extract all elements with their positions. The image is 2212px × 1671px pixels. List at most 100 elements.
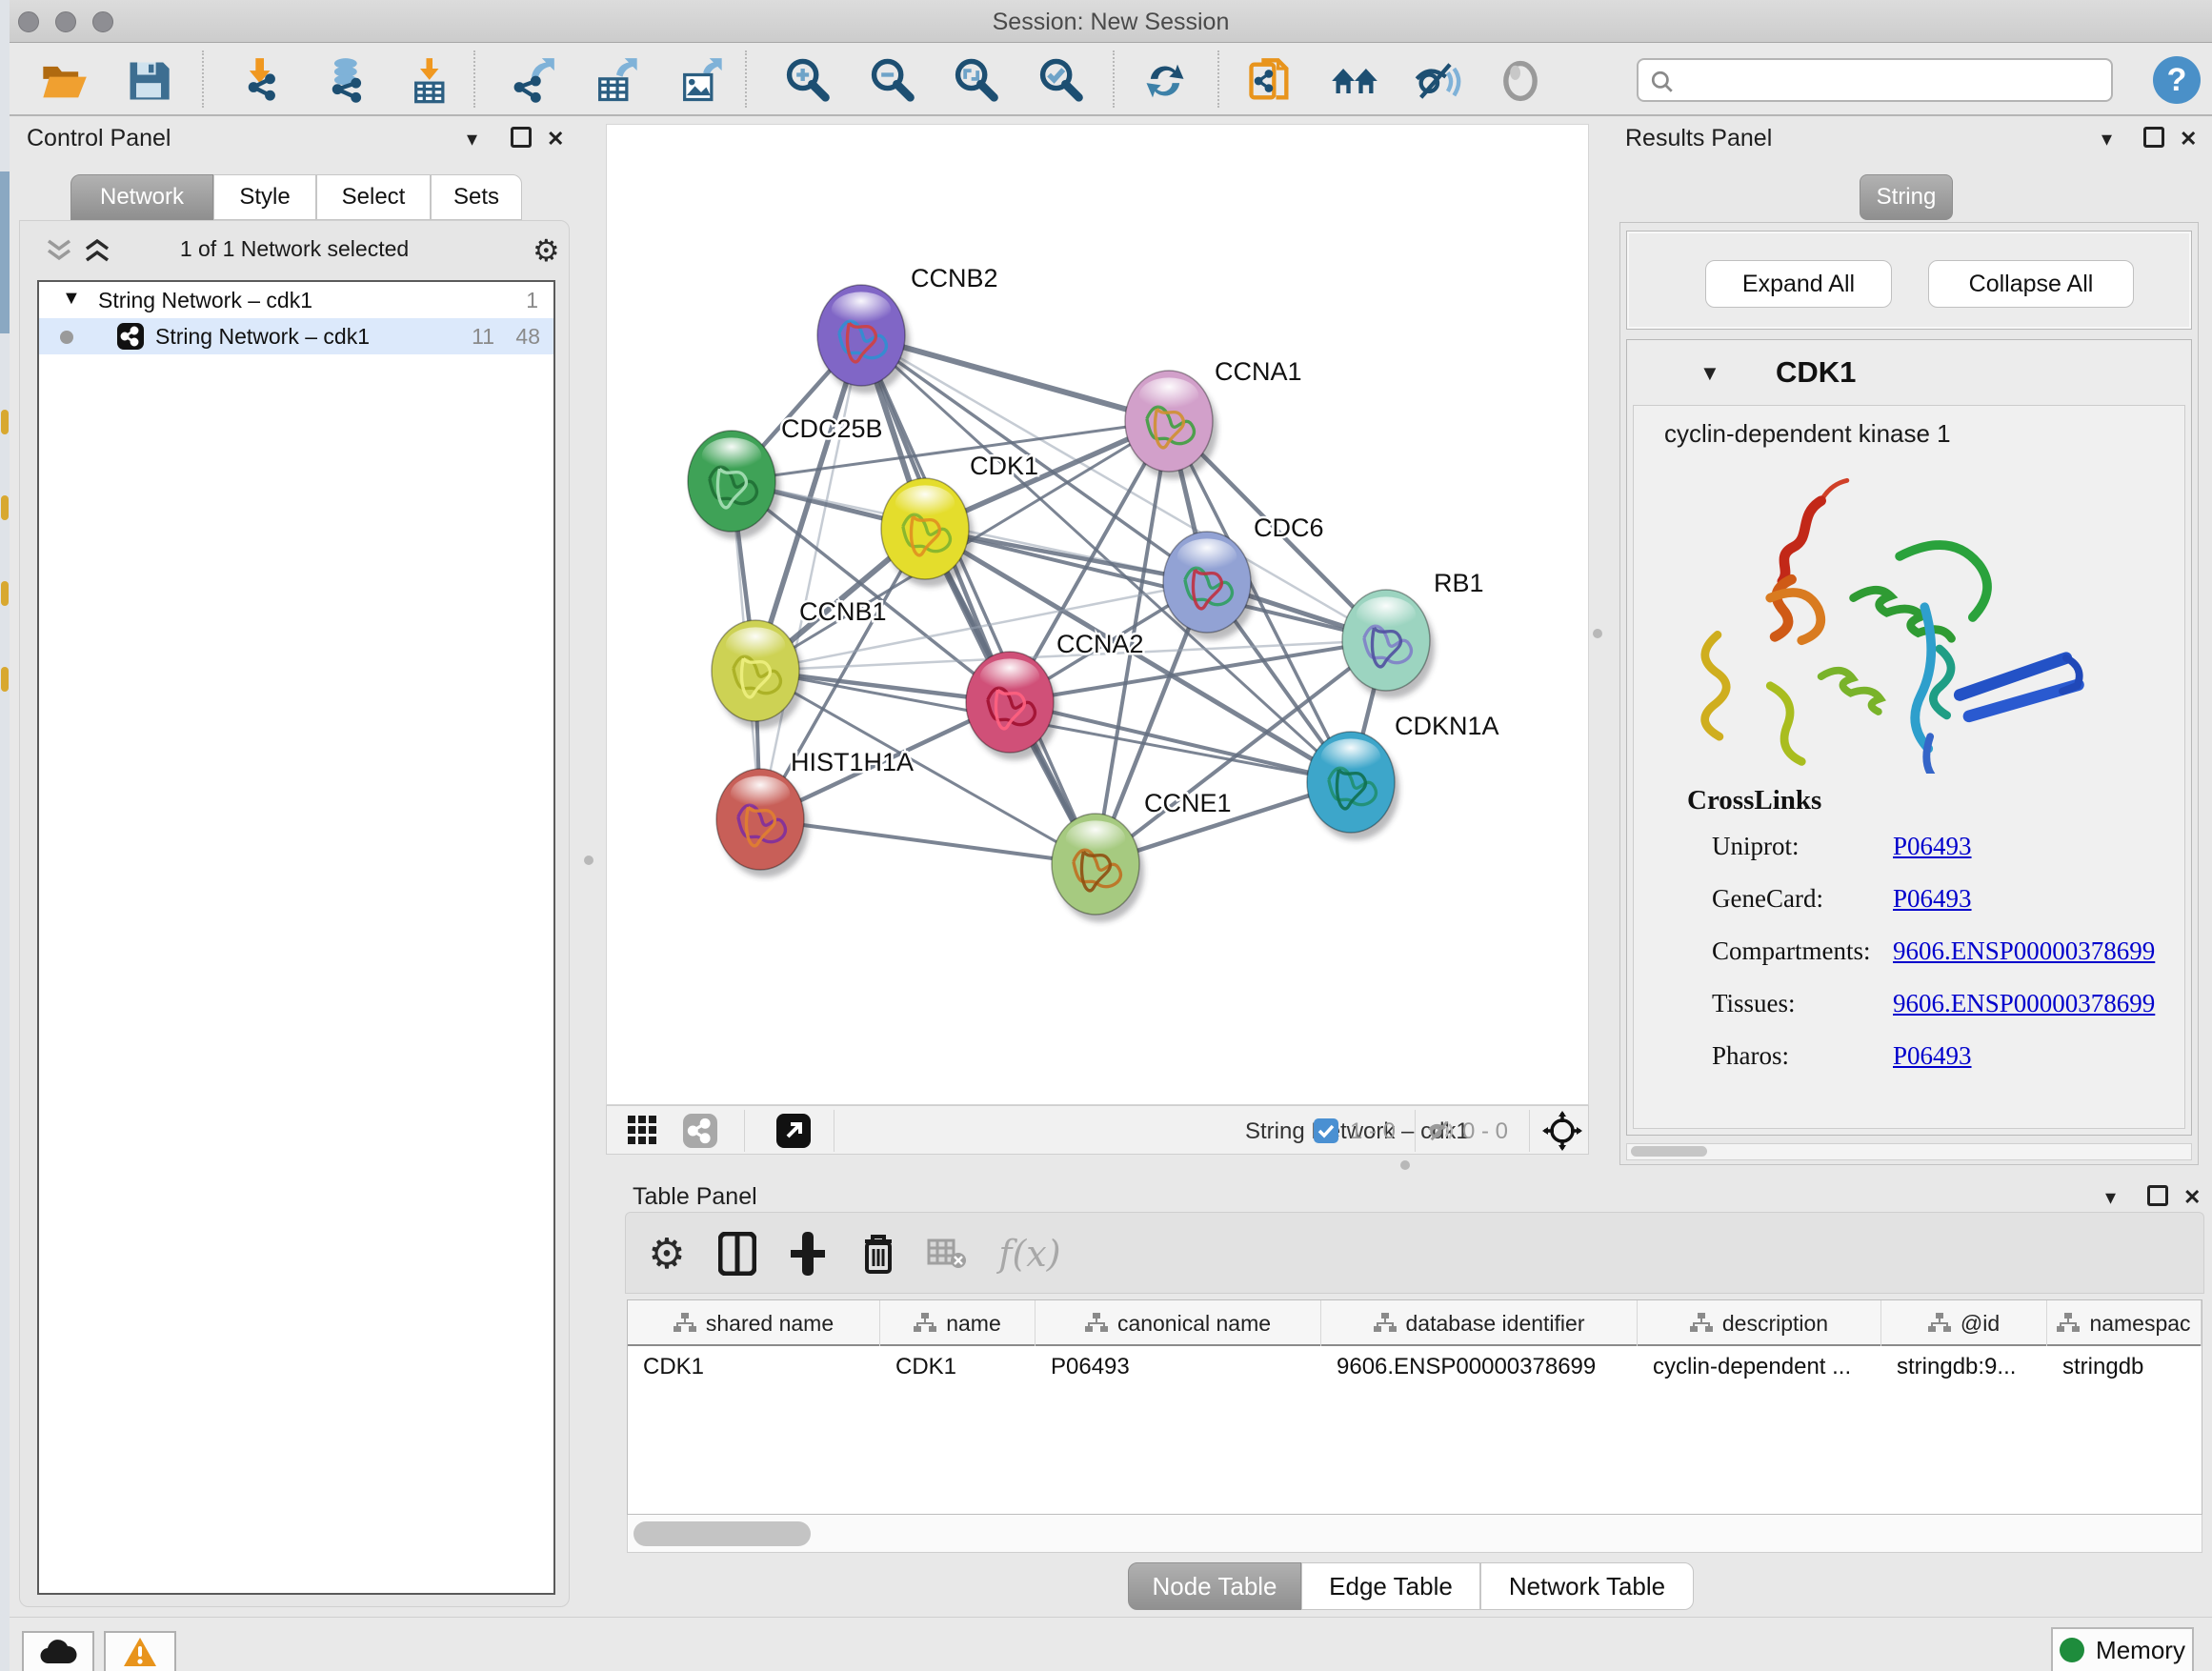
results-panel-title: Results Panel (1625, 125, 1772, 152)
grid-view-icon[interactable] (628, 1116, 658, 1146)
panel-close-icon[interactable]: ✕ (2180, 127, 2197, 151)
network-row[interactable]: String Network – cdk1 11 48 (39, 318, 553, 354)
export-table-icon[interactable] (590, 54, 643, 108)
table-cell[interactable]: stringdb:9... (1881, 1348, 2047, 1386)
tab-select[interactable]: Select (316, 174, 431, 220)
zoom-fit-icon[interactable] (949, 54, 1002, 108)
scrollbar-thumb[interactable] (633, 1521, 811, 1546)
import-network-icon[interactable] (237, 54, 291, 108)
tab-node-table[interactable]: Node Table (1128, 1562, 1301, 1610)
open-in-window-icon[interactable] (776, 1114, 811, 1148)
crosslink-link[interactable]: P06493 (1893, 1041, 1972, 1071)
crosslink-link[interactable]: 9606.ENSP00000378699 (1893, 936, 2155, 966)
show-columns-icon[interactable] (710, 1226, 765, 1281)
home-networks-icon[interactable] (1328, 54, 1381, 108)
table-cell[interactable]: CDK1 (628, 1348, 880, 1386)
collapse-triangle-icon[interactable]: ▼ (62, 288, 81, 310)
export-network-icon[interactable] (505, 54, 558, 108)
table-cell[interactable]: 9606.ENSP00000378699 (1321, 1348, 1638, 1386)
birdseye-locate-icon[interactable] (1542, 1111, 1582, 1151)
column-header-canonical-name[interactable]: canonical name (1036, 1300, 1321, 1346)
gene-name: CDK1 (1776, 355, 1856, 390)
zoom-out-icon[interactable] (865, 54, 918, 108)
warning-status-button[interactable] (104, 1631, 176, 1671)
panel-close-icon[interactable]: ✕ (2183, 1185, 2201, 1210)
zoom-in-icon[interactable] (780, 54, 834, 108)
collapse-all-button[interactable]: Collapse All (1928, 260, 2134, 308)
open-session-icon[interactable] (37, 54, 90, 108)
column-header-name[interactable]: name (880, 1300, 1036, 1346)
network-node-CCNB1[interactable] (712, 620, 804, 729)
selected-checkbox-icon[interactable] (1314, 1118, 1338, 1143)
search-icon (1650, 70, 1675, 94)
export-image-icon[interactable] (674, 54, 728, 108)
network-node-CCNA2[interactable] (966, 652, 1058, 760)
network-canvas[interactable]: CCNB2CCNA1CDC25BCDK1CDC6RB1CCNB1CCNA2CDK… (606, 124, 1589, 1105)
string-view-icon[interactable] (683, 1114, 717, 1148)
node-label-HIST1H1A: HIST1H1A (791, 748, 914, 776)
column-header-namespac[interactable]: namespac (2047, 1300, 2202, 1346)
splitter-handle[interactable] (1400, 1160, 1410, 1170)
network-node-HIST1H1A[interactable] (716, 769, 809, 877)
column-header-shared-name[interactable]: shared name (628, 1300, 880, 1346)
table-gear-icon[interactable]: ⚙ (639, 1226, 694, 1281)
splitter-handle[interactable] (584, 856, 593, 865)
table-cell[interactable]: cyclin-dependent ... (1638, 1348, 1881, 1386)
network-node-RB1[interactable] (1342, 590, 1435, 698)
create-column-icon[interactable] (780, 1226, 835, 1281)
copy-network-icon[interactable] (1243, 54, 1297, 108)
panel-menu-icon[interactable]: ▾ (467, 127, 477, 151)
results-hscrollbar[interactable] (1626, 1143, 2192, 1160)
table-cell[interactable]: P06493 (1036, 1348, 1321, 1386)
network-node-CCNB2[interactable] (817, 285, 910, 393)
table-hscrollbar[interactable] (627, 1515, 2202, 1553)
tab-edge-table[interactable]: Edge Table (1301, 1562, 1480, 1610)
crosslink-link[interactable]: 9606.ENSP00000378699 (1893, 989, 2155, 1018)
import-database-icon[interactable] (321, 54, 374, 108)
table-row[interactable]: CDK1CDK1P064939606.ENSP00000378699cyclin… (628, 1348, 2202, 1386)
tab-string[interactable]: String (1860, 174, 1953, 220)
crosslink-link[interactable]: P06493 (1893, 884, 1972, 914)
crosslink-row: Pharos:P06493 (1687, 1041, 1821, 1094)
tab-style[interactable]: Style (213, 174, 316, 220)
network-collection-row[interactable]: ▼ String Network – cdk1 1 (39, 282, 553, 318)
panel-float-icon[interactable] (2143, 127, 2164, 153)
toolbar-separator (745, 50, 747, 108)
column-header--id[interactable]: @id (1881, 1300, 2047, 1346)
zoom-selected-icon[interactable] (1034, 54, 1087, 108)
results-buttons-box: Expand All Collapse All (1626, 231, 2192, 330)
expand-all-button[interactable]: Expand All (1705, 260, 1892, 308)
cloud-status-button[interactable] (22, 1631, 94, 1671)
panel-menu-icon[interactable]: ▾ (2105, 1185, 2116, 1210)
network-node-CDK1[interactable] (881, 478, 974, 587)
toolbar-separator (1113, 50, 1115, 108)
gear-icon[interactable]: ⚙ (533, 232, 560, 269)
save-session-icon[interactable] (122, 54, 175, 108)
tab-network[interactable]: Network (70, 174, 213, 220)
section-collapse-icon[interactable]: ▼ (1699, 361, 1720, 386)
tab-network-table[interactable]: Network Table (1480, 1562, 1694, 1610)
refresh-icon[interactable] (1138, 54, 1192, 108)
table-cell[interactable]: CDK1 (880, 1348, 1036, 1386)
panel-float-icon[interactable] (2147, 1185, 2168, 1212)
panel-float-icon[interactable] (511, 127, 532, 153)
tab-sets[interactable]: Sets (431, 174, 522, 220)
table-cell[interactable]: stringdb (2047, 1348, 2202, 1386)
panel-menu-icon[interactable]: ▾ (2101, 127, 2112, 151)
help-icon[interactable]: ? (2153, 56, 2201, 104)
hide-glasses-icon[interactable] (1411, 54, 1464, 108)
column-header-database-identifier[interactable]: database identifier (1321, 1300, 1638, 1346)
memory-button[interactable]: Memory (2051, 1627, 2194, 1671)
panel-close-icon[interactable]: ✕ (547, 127, 564, 151)
splitter-handle[interactable] (1593, 629, 1602, 638)
delete-column-icon[interactable] (851, 1226, 906, 1281)
eye-icon[interactable] (1494, 54, 1547, 108)
network-node-CDKN1A[interactable] (1307, 732, 1399, 840)
import-table-icon[interactable] (406, 54, 459, 108)
network-node-CCNE1[interactable] (1052, 814, 1144, 922)
crosslink-link[interactable]: P06493 (1893, 832, 1972, 861)
network-node-CDC25B[interactable] (688, 431, 780, 539)
search-input[interactable] (1637, 58, 2113, 102)
network-node-CCNA1[interactable] (1125, 371, 1217, 479)
column-header-description[interactable]: description (1638, 1300, 1881, 1346)
